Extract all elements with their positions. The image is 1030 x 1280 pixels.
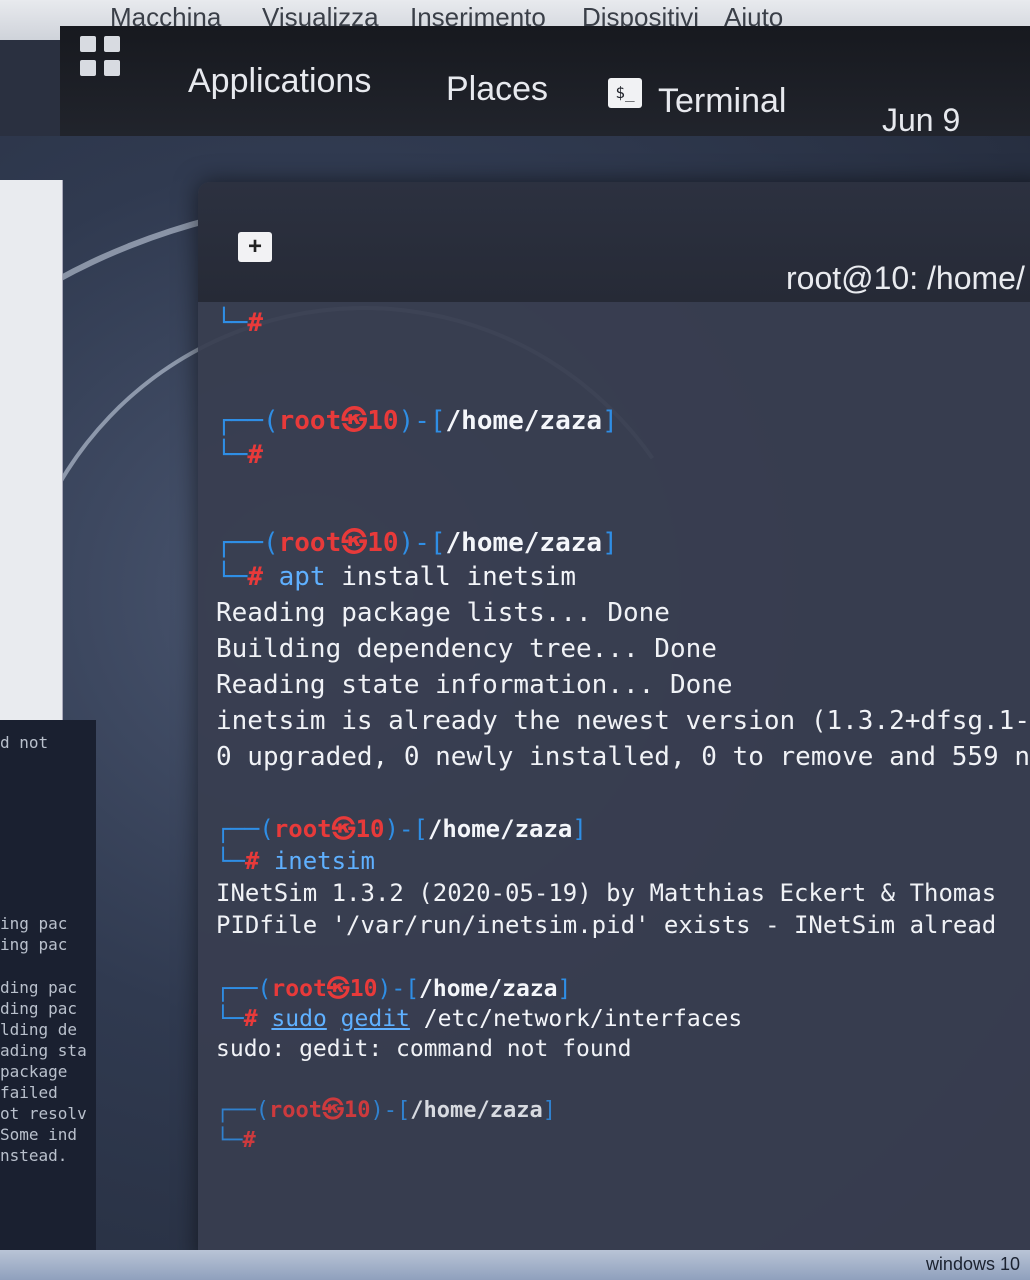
new-tab-icon[interactable]: +	[238, 232, 272, 262]
output-line: sudo: gedit: command not found	[216, 1036, 632, 1062]
guest-top-panel: Applications Places $_ Terminal Jun 9 10…	[60, 26, 1030, 175]
terminal-icon[interactable]: $_	[608, 78, 642, 108]
command-line-inetsim: └─# inetsim	[216, 847, 375, 875]
output-line: PIDfile '/var/run/inetsim.pid' exists - …	[216, 911, 997, 939]
console-line: ading sta	[0, 1041, 87, 1060]
output-line: Reading package lists... Done	[216, 598, 670, 628]
terminal-app-label[interactable]: Terminal	[658, 82, 786, 121]
prompt-header: ┌──(root㉿10)-[/home/zaza]	[216, 1098, 556, 1123]
prompt-header: ┌──(root㉿10)-[/home/zaza]	[216, 406, 618, 436]
command-line-sudo: └─# sudo gedit /etc/network/interfaces	[216, 1006, 743, 1032]
output-line: 0 upgraded, 0 newly installed, 0 to remo…	[216, 742, 1030, 772]
background-window[interactable]	[0, 180, 63, 720]
output-line: INetSim 1.3.2 (2020-05-19) by Matthias E…	[216, 879, 997, 907]
background-console: d not ing pac ing pac ding pac ding pac …	[0, 720, 96, 1260]
prompt-line-partial: └─#	[216, 308, 263, 338]
system-tray-label[interactable]: windows 10	[926, 1254, 1020, 1275]
console-line: ing pac	[0, 914, 68, 933]
terminal-titlebar[interactable]: + root@10: /home/	[198, 182, 1030, 302]
console-line: d not	[0, 733, 49, 752]
prompt-header: ┌──(root㉿10)-[/home/zaza]	[216, 976, 572, 1002]
console-line: ot resolv	[0, 1104, 87, 1123]
console-line: failed	[0, 1083, 58, 1102]
prompt-header: ┌──(root㉿10)-[/home/zaza]	[216, 528, 618, 558]
applications-menu[interactable]: Applications	[188, 62, 371, 101]
prompt-input-line: └─#	[216, 1128, 256, 1153]
command-line-apt: └─# apt install inetsim	[216, 562, 577, 592]
console-line: ding pac	[0, 999, 78, 1018]
console-line: lding de	[0, 1020, 78, 1039]
output-line: inetsim is already the newest version (1…	[216, 706, 1030, 736]
console-line: ding pac	[0, 978, 78, 997]
output-line: Reading state information... Done	[216, 670, 733, 700]
console-line: package	[0, 1062, 68, 1081]
host-taskbar: windows 10	[0, 1250, 1030, 1280]
terminal-title: root@10: /home/	[786, 260, 1025, 296]
terminal-output[interactable]: └─# ┌──(root㉿10)-[/home/zaza] └─# ┌──(ro…	[216, 304, 1030, 1244]
prompt-input-line: └─#	[216, 440, 263, 470]
console-line: Some ind	[0, 1125, 78, 1144]
console-line: nstead.	[0, 1146, 68, 1165]
terminal-window[interactable]: + root@10: /home/ └─# ┌──(root㉿10)-[/hom…	[198, 182, 1030, 1262]
prompt-header: ┌──(root㉿10)-[/home/zaza]	[216, 815, 587, 843]
app-grid-icon[interactable]	[80, 36, 124, 80]
console-line: ing pac	[0, 935, 68, 954]
output-line: Building dependency tree... Done	[216, 634, 717, 664]
places-menu[interactable]: Places	[446, 70, 548, 109]
